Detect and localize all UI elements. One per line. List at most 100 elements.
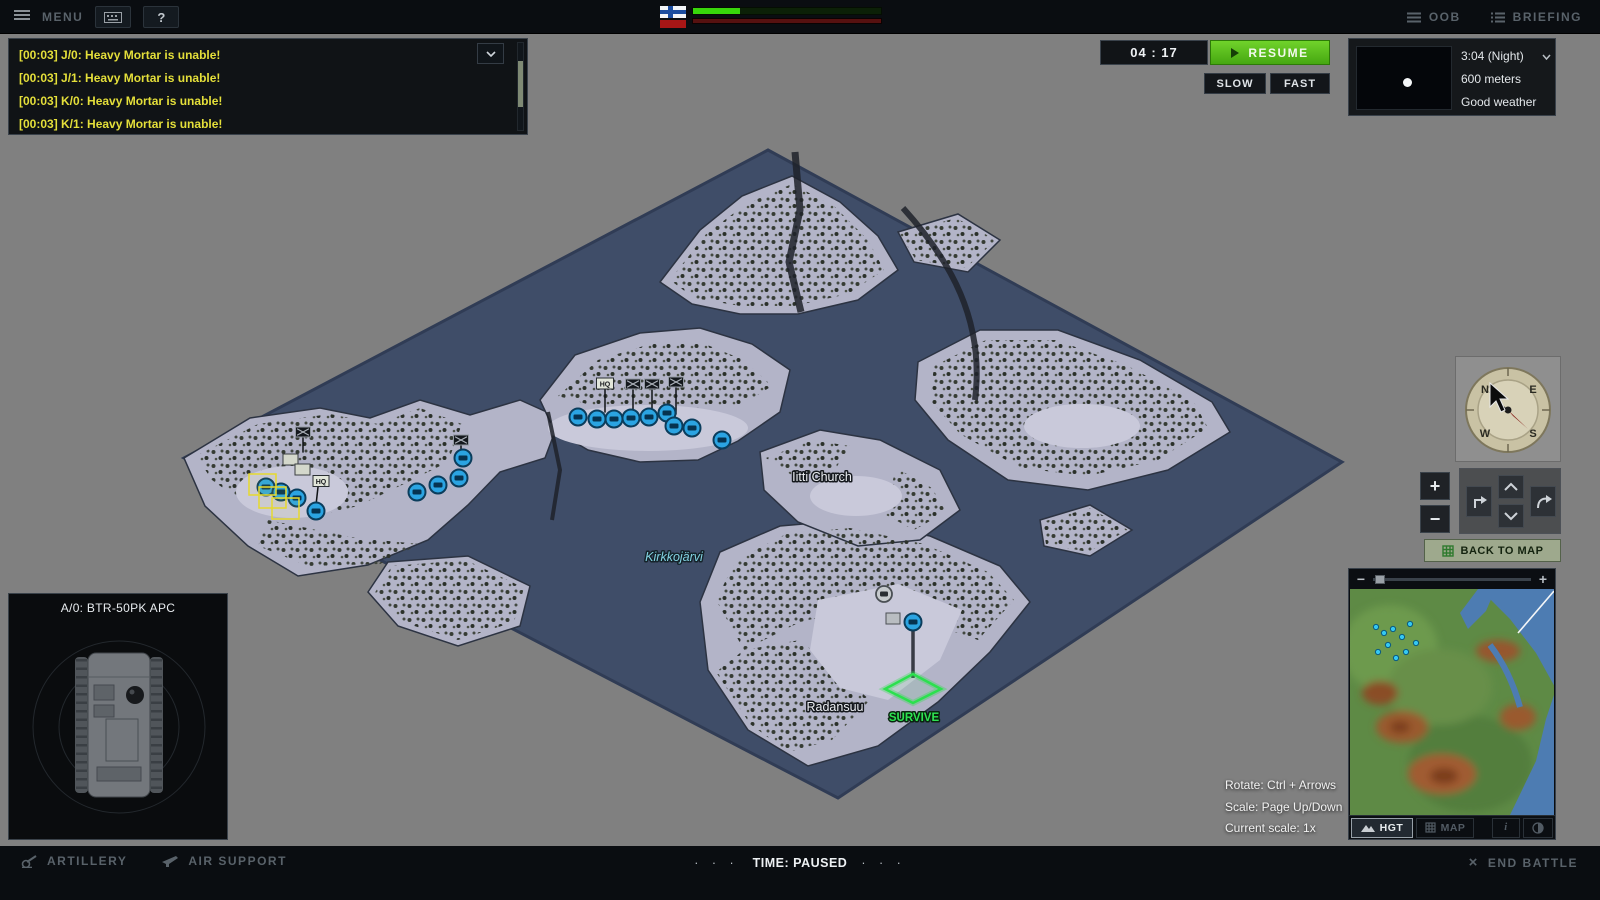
chevron-up-icon [1503,482,1519,492]
back-to-map-button[interactable]: BACK TO MAP [1424,539,1561,562]
resume-label: RESUME [1248,46,1308,60]
unit-marker[interactable] [684,420,701,437]
camera-rotate-pad [1459,468,1561,534]
map-label-village: Radansuu [807,700,864,714]
artillery-icon [20,855,38,868]
friendly-strength-bar [692,7,882,15]
enemy-strength-bar [692,18,882,24]
unit-marker[interactable] [430,477,447,494]
unit-marker[interactable] [876,586,892,602]
minimap-zoom-out-button[interactable]: − [1355,571,1367,587]
hgt-label: HGT [1380,822,1404,834]
zoom-out-button[interactable]: − [1420,505,1450,533]
unit-marker[interactable] [570,409,587,426]
time-of-day: 3:04 (Night) [1461,49,1524,63]
rotate-left-button[interactable] [1466,486,1492,517]
unit-flag[interactable] [296,427,311,437]
unit-marker[interactable] [623,410,640,427]
map-label: MAP [1441,822,1466,834]
compass-e: E [1529,384,1536,396]
map-label-church: Iitti Church [792,470,852,484]
unit-top-view [9,615,229,833]
battle-timer: 04 : 17 [1100,40,1208,65]
artillery-label: ARTILLERY [47,854,127,868]
minimap-terrain[interactable] [1350,589,1554,815]
tilt-up-button[interactable] [1498,475,1524,499]
unit-marker[interactable] [409,484,426,501]
plane-icon [161,855,179,868]
force-status [660,6,882,28]
minimap-zoom-slider[interactable] [1373,578,1531,581]
tilt-down-button[interactable] [1498,504,1524,528]
time-status-label: TIME: PAUSED [753,856,848,870]
unit-title: A/0: BTR-50PK APC [9,594,227,615]
message-log-panel: [00:03] J/0: Heavy Mortar is unable! [00… [8,38,528,135]
unit-marker[interactable] [905,614,922,631]
keyboard-icon [104,12,122,23]
unit-marker[interactable] [589,411,606,428]
fast-button[interactable]: FAST [1270,73,1330,94]
unit-marker[interactable] [451,470,468,487]
menu-button[interactable]: MENU [42,10,83,24]
oob-button[interactable]: OOB [1407,10,1461,24]
slow-button[interactable]: SLOW [1204,73,1266,94]
unit-flag[interactable] [454,435,469,445]
unit-flag[interactable] [669,377,684,387]
briefing-label: BRIEFING [1513,10,1582,24]
oob-label: OOB [1429,10,1461,24]
close-icon: × [1469,854,1479,871]
grid-icon [1425,822,1436,833]
grid-icon [1442,545,1454,557]
finland-flag-icon [660,6,686,18]
moon-icon [1403,78,1412,87]
time-status: · · · TIME: PAUSED · · · [694,856,906,870]
environment-panel: 3:04 (Night) 600 meters Good weather [1348,38,1556,116]
log-message: [00:03] J/1: Heavy Mortar is unable! [19,67,493,90]
minimap-info-button[interactable]: i [1492,818,1520,838]
visibility-value: 600 meters [1461,67,1553,90]
chevron-down-icon [1503,511,1519,521]
air-support-button[interactable]: AIR SUPPORT [161,854,287,868]
resume-button[interactable]: RESUME [1210,40,1330,65]
vehicle-sprite [75,653,163,797]
zoom-in-button[interactable]: + [1420,472,1450,500]
unit-marker[interactable] [455,450,472,467]
scrollbar-thumb[interactable] [518,61,523,107]
keyboard-shortcuts-button[interactable] [95,6,131,28]
unit-marker[interactable] [641,409,658,426]
log-scrollbar[interactable] [517,42,524,131]
artillery-button[interactable]: ARTILLERY [20,854,127,868]
unit-flag[interactable] [645,379,660,389]
rotate-right-button[interactable] [1530,486,1556,517]
list-icon [1491,12,1505,23]
unit-marker[interactable] [666,418,683,435]
hamburger-menu-icon[interactable] [14,8,30,26]
briefing-button[interactable]: BRIEFING [1491,10,1582,24]
minimap-hgt-button[interactable]: HGT [1351,818,1413,838]
help-button[interactable]: ? [143,6,179,28]
hq-flag-label: HQ [600,382,611,389]
end-battle-button[interactable]: × END BATTLE [1469,854,1578,871]
objective-label: SURVIVE [889,712,940,724]
dots: · · · [861,856,905,870]
unit-flag[interactable] [626,379,641,389]
log-collapse-button[interactable] [477,43,504,64]
unit-marker[interactable] [606,411,623,428]
slider-thumb[interactable] [1375,575,1385,584]
chevron-down-icon [486,51,496,57]
unit-marker[interactable] [714,432,731,449]
compass[interactable]: N E S W [1455,356,1561,462]
map-terrain [184,150,1342,798]
chevron-down-icon[interactable] [1542,49,1551,63]
minimap-map-button[interactable]: MAP [1416,818,1474,838]
unit-card[interactable] [295,464,310,475]
rotate-left-icon [1470,493,1488,511]
unit-marker[interactable] [308,503,325,520]
unit-card[interactable] [283,454,298,465]
minimap-contrast-button[interactable] [1523,818,1553,838]
minimap-zoom-in-button[interactable]: + [1537,571,1549,587]
end-battle-label: END BATTLE [1488,856,1578,870]
selected-unit-panel: A/0: BTR-50PK APC [8,593,228,840]
unit-marker[interactable] [886,613,900,624]
bottom-bar: ARTILLERY AIR SUPPORT · · · TIME: PAUSED… [0,846,1600,900]
